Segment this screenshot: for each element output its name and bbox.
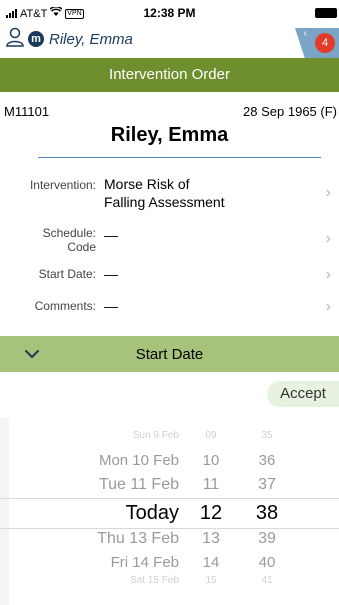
picker-row[interactable]: Tue 11 Feb 11 37 xyxy=(0,476,339,500)
picker-day: Fri 14 Feb xyxy=(110,554,179,571)
picker-minute: 36 xyxy=(258,452,276,469)
picker-minute: 39 xyxy=(258,530,276,547)
picker-row[interactable]: Mon 10 Feb 10 36 xyxy=(0,452,339,476)
patient-avatar: m xyxy=(28,31,44,47)
chevron-right-icon: › xyxy=(325,230,331,247)
schedule-code-label-line1: Schedule: xyxy=(42,226,96,240)
intervention-order-screen: AT&T VPN 12:38 PM m Riley, Emma ‹ 4 Inte… xyxy=(0,0,339,605)
picker-hour: 14 xyxy=(202,554,220,571)
person-icon[interactable] xyxy=(6,27,24,47)
picker-day: Tue 11 Feb xyxy=(98,476,179,493)
schedule-code-row[interactable]: Schedule: Code — › xyxy=(0,226,339,256)
picker-hour: 11 xyxy=(202,476,220,493)
picker-hour: 12 xyxy=(199,502,223,524)
schedule-code-value: — xyxy=(104,227,118,243)
chevron-right-icon: › xyxy=(325,298,331,315)
section-title: Start Date xyxy=(135,346,204,363)
picker-row[interactable]: Thu 13 Feb 13 39 xyxy=(0,530,339,554)
date-time-picker[interactable]: Sun 9 Feb 09 35 Mon 10 Feb 10 36 Tue 11 Feb 11 3… xyxy=(0,418,339,605)
chevron-right-icon: › xyxy=(325,184,331,201)
picker-row[interactable]: Sat 15 Feb 15 41 xyxy=(0,575,339,599)
patient-mrn: M11101 xyxy=(4,104,50,119)
status-bar: AT&T VPN 12:38 PM xyxy=(0,0,339,24)
picker-hour: 10 xyxy=(202,452,220,469)
picker-minute: 38 xyxy=(255,502,279,524)
chevron-right-icon: › xyxy=(325,266,331,283)
divider xyxy=(38,157,321,158)
picker-day: Sat 15 Feb xyxy=(130,575,179,586)
patient-dob: 28 Sep 1965 (F) xyxy=(243,104,337,119)
intervention-value-line1: Morse Risk of xyxy=(104,176,190,192)
start-date-value: — xyxy=(104,266,118,282)
page-title: Intervention Order xyxy=(0,58,339,92)
picker-selection-top xyxy=(0,498,339,499)
picker-day: Thu 13 Feb xyxy=(97,530,179,547)
picker-day: Today xyxy=(125,502,179,524)
schedule-code-label-line2: Code xyxy=(67,240,96,254)
patient-bar: m Riley, Emma ‹ 4 xyxy=(0,24,339,58)
comments-row[interactable]: Comments: — › xyxy=(0,298,339,318)
notification-badge[interactable]: 4 xyxy=(315,33,335,53)
picker-day: Mon 10 Feb xyxy=(98,452,179,469)
chevron-left-icon: ‹ xyxy=(303,28,307,39)
picker-row-selected[interactable]: Today 12 38 xyxy=(0,502,339,526)
picker-hour: 09 xyxy=(205,430,217,441)
start-date-section-header[interactable]: Start Date xyxy=(0,336,339,372)
patient-name-heading: Riley, Emma xyxy=(110,124,229,146)
patient-bar-name: Riley, Emma xyxy=(49,31,133,48)
battery-icon xyxy=(315,8,337,18)
comments-value: — xyxy=(104,298,118,314)
accept-button[interactable]: Accept xyxy=(267,381,339,407)
picker-selection-bottom xyxy=(0,528,339,529)
picker-minute: 37 xyxy=(258,476,276,493)
status-time: 12:38 PM xyxy=(143,6,196,20)
intervention-label: Intervention: xyxy=(29,178,96,192)
picker-minute: 35 xyxy=(261,430,273,441)
intervention-row[interactable]: Intervention: Morse Risk of Falling Asse… xyxy=(0,176,339,216)
picker-minute: 40 xyxy=(258,554,276,571)
intervention-value-line2: Falling Assessment xyxy=(104,194,225,210)
start-date-row[interactable]: Start Date: — › xyxy=(0,266,339,286)
picker-day: Sun 9 Feb xyxy=(132,430,179,441)
picker-minute: 41 xyxy=(261,575,273,586)
picker-row[interactable]: Sun 9 Feb 09 35 xyxy=(0,430,339,454)
comments-label: Comments: xyxy=(34,299,96,313)
picker-hour: 15 xyxy=(205,575,217,586)
start-date-label: Start Date: xyxy=(38,267,96,281)
picker-hour: 13 xyxy=(202,530,220,547)
